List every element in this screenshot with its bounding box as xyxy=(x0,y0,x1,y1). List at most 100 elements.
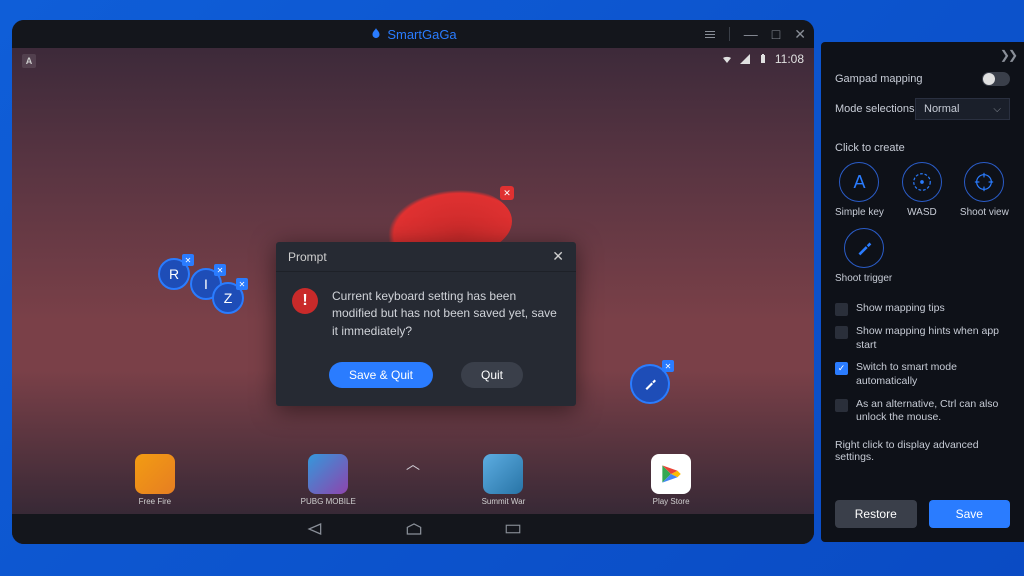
divider xyxy=(729,27,730,41)
option-ctrl-unlock[interactable]: As an alternative, Ctrl can also unlock … xyxy=(835,398,1010,425)
save-button[interactable]: Save xyxy=(929,500,1011,528)
nav-recent-icon[interactable] xyxy=(504,522,522,536)
mode-select[interactable]: Normal ⌵ xyxy=(915,98,1010,120)
panel-actions: Restore Save xyxy=(835,500,1010,528)
dock-app-freefire[interactable]: Free Fire xyxy=(135,454,175,506)
create-wasd[interactable]: WASD xyxy=(902,162,942,218)
create-shoot-view[interactable]: Shoot view xyxy=(960,162,1009,218)
gamepad-row: Gampad mapping xyxy=(835,72,1010,86)
shoot-view-icon xyxy=(964,162,1004,202)
dialog-actions: Save & Quit Quit xyxy=(276,348,576,406)
close-button[interactable]: ✕ xyxy=(794,26,806,43)
mode-label: Mode selections xyxy=(835,103,915,115)
create-label: Simple key xyxy=(835,207,884,218)
titlebar: SmartGaGa — □ ✕ xyxy=(12,20,814,48)
dock-app-pubg[interactable]: PUBG MOBILE xyxy=(301,454,356,506)
dock-app-playstore[interactable]: Play Store xyxy=(651,454,691,506)
battery-icon xyxy=(757,53,769,65)
a-badge-icon: A xyxy=(22,54,36,68)
status-left: A xyxy=(22,54,36,68)
key-mapping-z[interactable]: Z✕ xyxy=(212,282,244,314)
option-smart-mode[interactable]: ✓ Switch to smart mode automatically xyxy=(835,361,1010,388)
status-time: 11:08 xyxy=(775,52,804,66)
nav-back-icon[interactable] xyxy=(304,522,324,536)
status-bar: 11:08 xyxy=(721,52,804,66)
check-label: Show mapping hints when app start xyxy=(856,325,1010,352)
option-show-tips[interactable]: Show mapping tips xyxy=(835,302,1010,316)
mapping-region-close[interactable]: ✕ xyxy=(500,186,514,200)
nav-home-icon[interactable] xyxy=(404,522,424,536)
dialog-header: Prompt ✕ xyxy=(276,242,576,272)
minimize-button[interactable]: — xyxy=(744,26,758,42)
bullet-icon xyxy=(641,375,659,393)
simple-key-icon: A xyxy=(839,162,879,202)
create-row-2: Shoot trigger xyxy=(835,228,1010,284)
app-label: Free Fire xyxy=(139,497,171,506)
android-screen: A 11:08 ✕ R✕ I✕ Z✕ ✕ ︿ Free Fire PUBG MO… xyxy=(12,48,814,544)
check-label: Show mapping tips xyxy=(856,302,945,316)
mode-value: Normal xyxy=(924,103,959,115)
gamepad-label: Gampad mapping xyxy=(835,73,922,85)
checkbox-icon xyxy=(835,326,848,339)
mode-row: Mode selections Normal ⌵ xyxy=(835,98,1010,120)
check-label: As an alternative, Ctrl can also unlock … xyxy=(856,398,1010,425)
shoot-trigger-icon xyxy=(844,228,884,268)
app-icon xyxy=(308,454,348,494)
prompt-dialog: Prompt ✕ ! Current keyboard setting has … xyxy=(276,242,576,406)
key-close-icon[interactable]: ✕ xyxy=(236,278,248,290)
create-label: Shoot trigger xyxy=(835,273,892,284)
dialog-title: Prompt xyxy=(288,250,327,264)
app-dock: Free Fire PUBG MOBILE Summit War Play St… xyxy=(12,454,814,506)
key-close-icon[interactable]: ✕ xyxy=(182,254,194,266)
app-icon xyxy=(651,454,691,494)
android-nav-bar xyxy=(12,514,814,544)
option-show-hints[interactable]: Show mapping hints when app start xyxy=(835,325,1010,352)
app-label: Play Store xyxy=(653,497,690,506)
key-mapping-r[interactable]: R✕ xyxy=(158,258,190,290)
app-icon xyxy=(483,454,523,494)
app-title-text: SmartGaGa xyxy=(387,27,456,42)
key-label: R xyxy=(169,266,179,282)
dialog-body: ! Current keyboard setting has been modi… xyxy=(276,272,576,348)
dock-app-summitwar[interactable]: Summit War xyxy=(482,454,526,506)
dialog-message: Current keyboard setting has been modifi… xyxy=(332,288,560,340)
quit-button[interactable]: Quit xyxy=(461,362,523,388)
panel-collapse-button[interactable]: ❯❯ xyxy=(1000,48,1016,62)
key-close-icon[interactable]: ✕ xyxy=(214,264,226,276)
app-label: Summit War xyxy=(482,497,526,506)
dialog-close-button[interactable]: ✕ xyxy=(552,248,564,265)
create-label: WASD xyxy=(907,207,937,218)
play-store-icon xyxy=(658,461,684,487)
wifi-icon xyxy=(721,53,733,65)
shoot-trigger-mapping[interactable]: ✕ xyxy=(630,364,670,404)
chevron-down-icon: ⌵ xyxy=(993,104,1001,115)
app-label: PUBG MOBILE xyxy=(301,497,356,506)
flame-icon xyxy=(369,27,383,41)
key-label: I xyxy=(204,276,208,292)
create-label: Shoot view xyxy=(960,207,1009,218)
maximize-button[interactable]: □ xyxy=(772,26,780,42)
click-create-label: Click to create xyxy=(835,142,1010,154)
signal-icon xyxy=(739,53,751,65)
check-label: Switch to smart mode automatically xyxy=(856,361,1010,388)
create-row-1: A Simple key WASD Shoot view xyxy=(835,162,1010,218)
checkbox-icon xyxy=(835,399,848,412)
emulator-window: SmartGaGa — □ ✕ A 11:08 ✕ R✕ I✕ Z✕ ✕ ︿ xyxy=(12,20,814,544)
titlebar-controls: — □ ✕ xyxy=(705,26,806,43)
restore-button[interactable]: Restore xyxy=(835,500,917,528)
options-checklist: Show mapping tips Show mapping hints whe… xyxy=(835,302,1010,425)
warning-icon: ! xyxy=(292,288,318,314)
wasd-icon xyxy=(902,162,942,202)
create-simple-key[interactable]: A Simple key xyxy=(835,162,884,218)
key-close-icon[interactable]: ✕ xyxy=(662,360,674,372)
app-icon xyxy=(135,454,175,494)
menu-icon[interactable] xyxy=(705,31,715,38)
checkbox-checked-icon: ✓ xyxy=(835,362,848,375)
save-and-quit-button[interactable]: Save & Quit xyxy=(329,362,433,388)
checkbox-icon xyxy=(835,303,848,316)
panel-hint: Right click to display advanced settings… xyxy=(835,439,1010,463)
app-title: SmartGaGa xyxy=(369,27,456,42)
create-shoot-trigger[interactable]: Shoot trigger xyxy=(835,228,892,284)
gamepad-toggle[interactable] xyxy=(982,72,1010,86)
keymap-panel: ❯❯ Gampad mapping Mode selections Normal… xyxy=(821,42,1024,542)
